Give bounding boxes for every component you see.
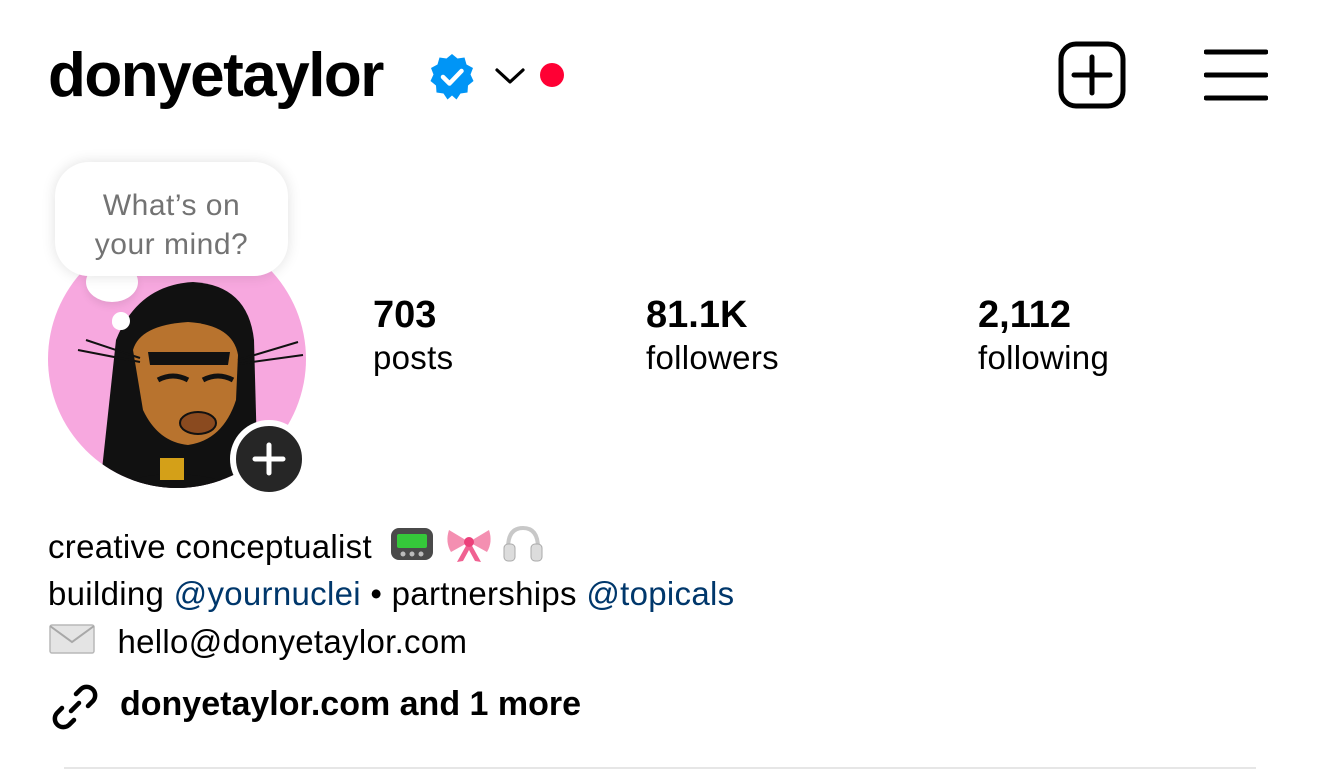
add-story-button[interactable] (230, 420, 308, 498)
bio-line-3: hello@donyetaylor.com (48, 620, 467, 667)
headphones-icon (502, 524, 544, 575)
bio-line-2: building @yournuclei • partnerships @top… (48, 572, 734, 616)
bio-building-text: building (48, 575, 174, 612)
hamburger-menu-icon[interactable] (1204, 48, 1268, 102)
bio-partnerships-text: • partnerships (360, 575, 587, 612)
add-square-icon[interactable] (1058, 41, 1126, 109)
chevron-down-icon[interactable] (494, 64, 526, 88)
posts-label: posts (373, 339, 454, 376)
plus-icon (252, 442, 286, 476)
website-link-text[interactable]: donyetaylor.com and 1 more (120, 682, 581, 726)
mention-link-yournuclei[interactable]: @yournuclei (174, 575, 361, 612)
following-count: 2,112 (978, 294, 1071, 336)
email-text[interactable]: hello@donyetaylor.com (117, 623, 467, 660)
note-line-1: What’s on (102, 189, 241, 222)
stat-following[interactable]: 2,112 following (978, 292, 1109, 378)
mention-link-topicals[interactable]: @topicals (586, 575, 734, 612)
followers-count: 81.1K (646, 294, 748, 336)
verified-badge-icon (430, 54, 474, 100)
note-bubble[interactable]: What’s on your mind? (55, 162, 288, 276)
stat-posts[interactable]: 703 posts (373, 292, 453, 378)
pager-icon (389, 524, 435, 575)
posts-count: 703 (373, 294, 437, 336)
envelope-icon (48, 622, 96, 667)
note-line-2: your mind? (94, 228, 249, 261)
bio-line-1: creative conceptualist (48, 524, 544, 575)
note-bubble-tail-dot (112, 312, 130, 330)
stat-followers[interactable]: 81.1K followers (646, 292, 779, 378)
bio-text: creative conceptualist (48, 528, 372, 566)
divider (64, 767, 1256, 769)
pink-bow-icon (445, 524, 493, 575)
link-icon (52, 684, 98, 730)
followers-label: followers (646, 339, 779, 376)
following-label: following (978, 339, 1110, 376)
notification-dot (540, 63, 564, 87)
profile-username[interactable]: donyetaylor (48, 40, 384, 112)
